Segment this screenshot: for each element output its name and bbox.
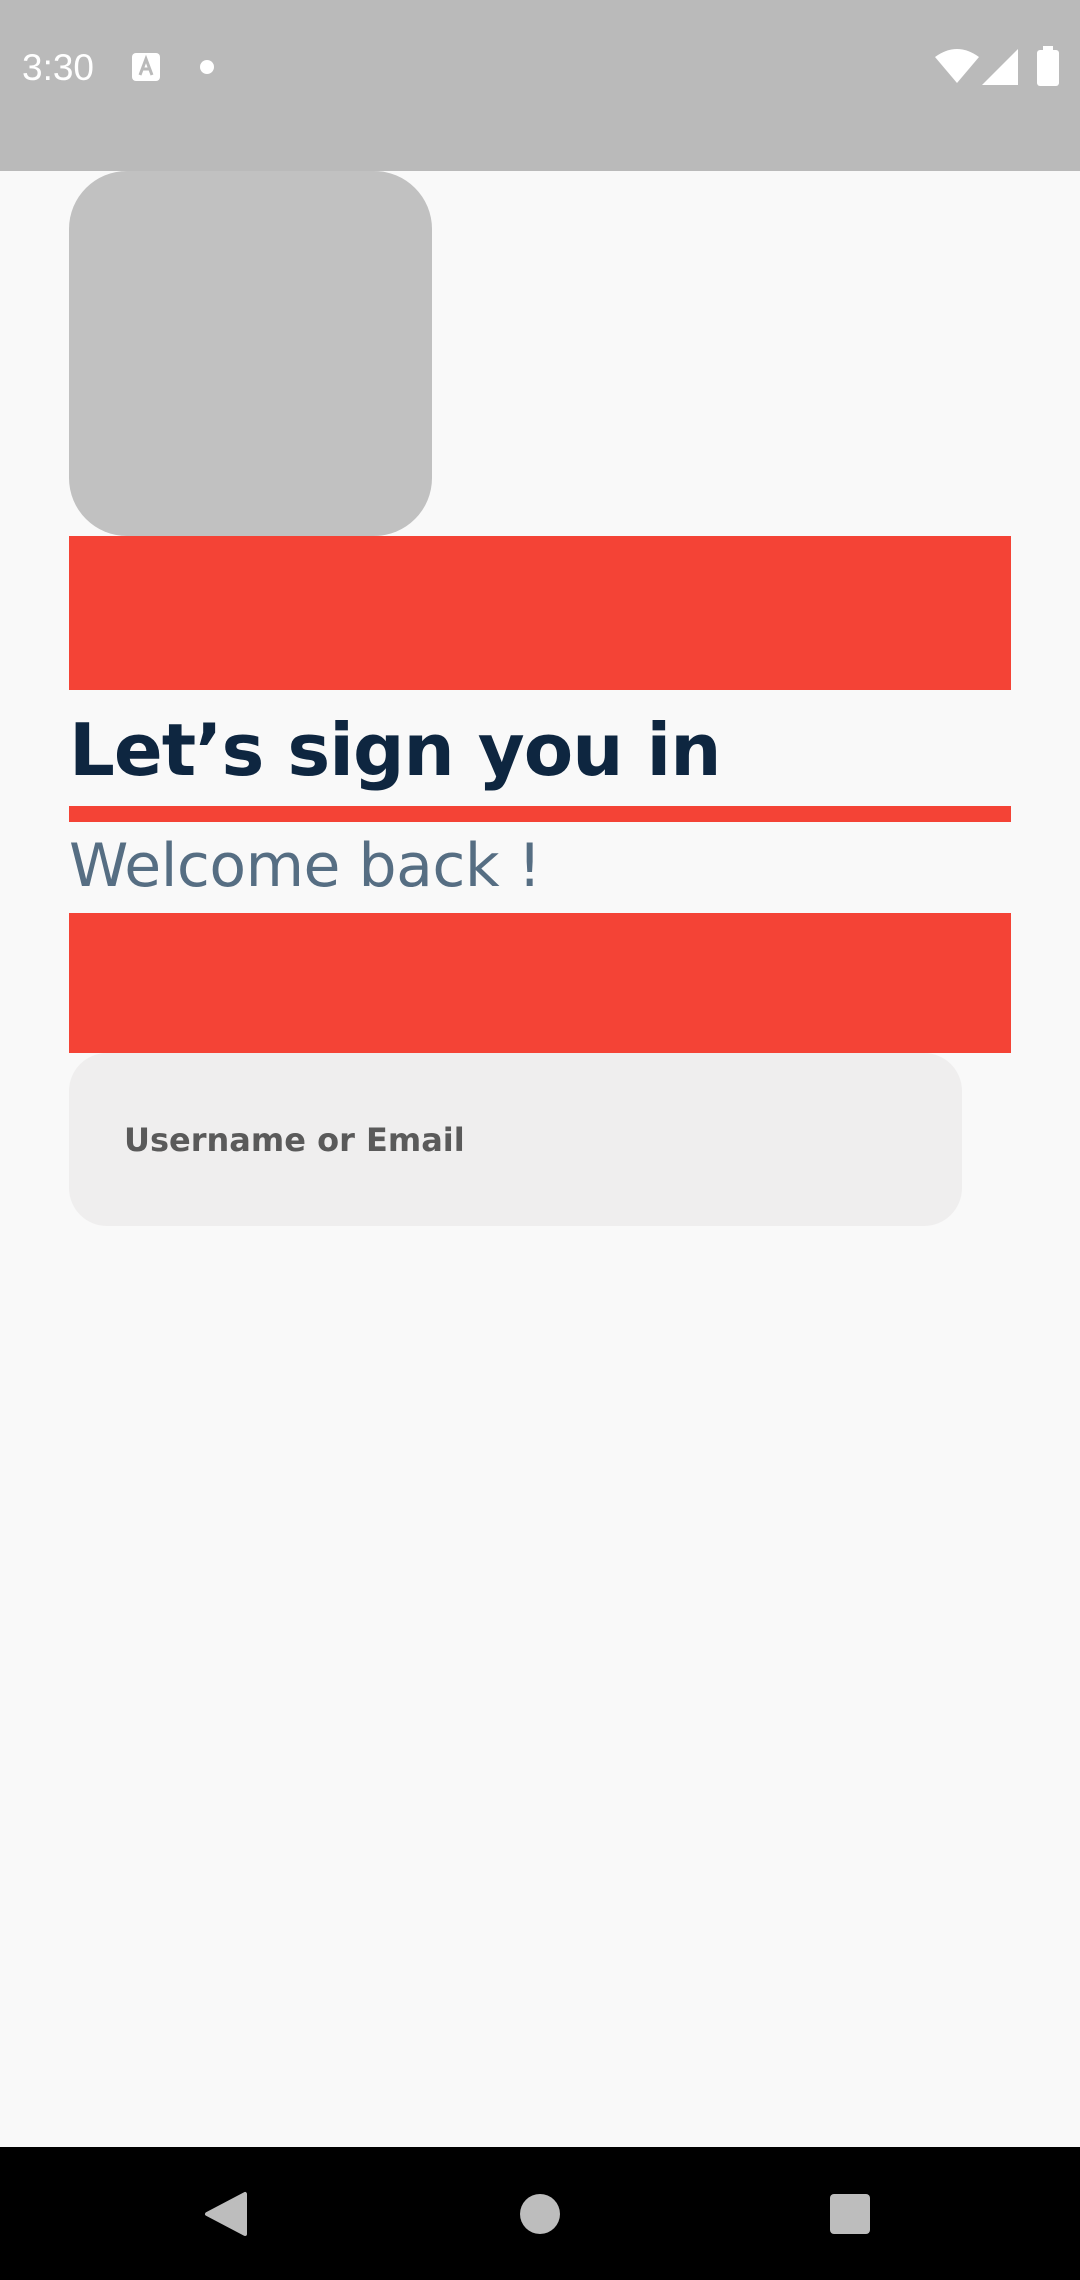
battery-icon [1037,46,1059,90]
spacer-block [69,806,1011,822]
notification-dot-icon [200,60,214,74]
back-button[interactable] [156,2147,296,2280]
page-title: Let’s sign you in [69,708,721,792]
status-bar: 3:30 [0,0,1080,171]
cell-signal-icon [982,49,1018,89]
wifi-icon [935,49,979,87]
spacer-block [69,913,1011,1053]
home-button[interactable] [470,2147,610,2280]
recents-button[interactable] [780,2147,920,2280]
back-icon [205,2191,247,2236]
spacer-block [69,536,1011,690]
recents-icon [830,2193,870,2234]
logo-image-placeholder [69,171,432,536]
status-time: 3:30 [22,47,95,88]
system-navigation-bar [0,2147,1080,2280]
page-subtitle: Welcome back ! [69,831,542,901]
home-icon [520,2193,560,2234]
font-a-icon [132,53,160,81]
username-email-input[interactable] [69,1053,962,1226]
